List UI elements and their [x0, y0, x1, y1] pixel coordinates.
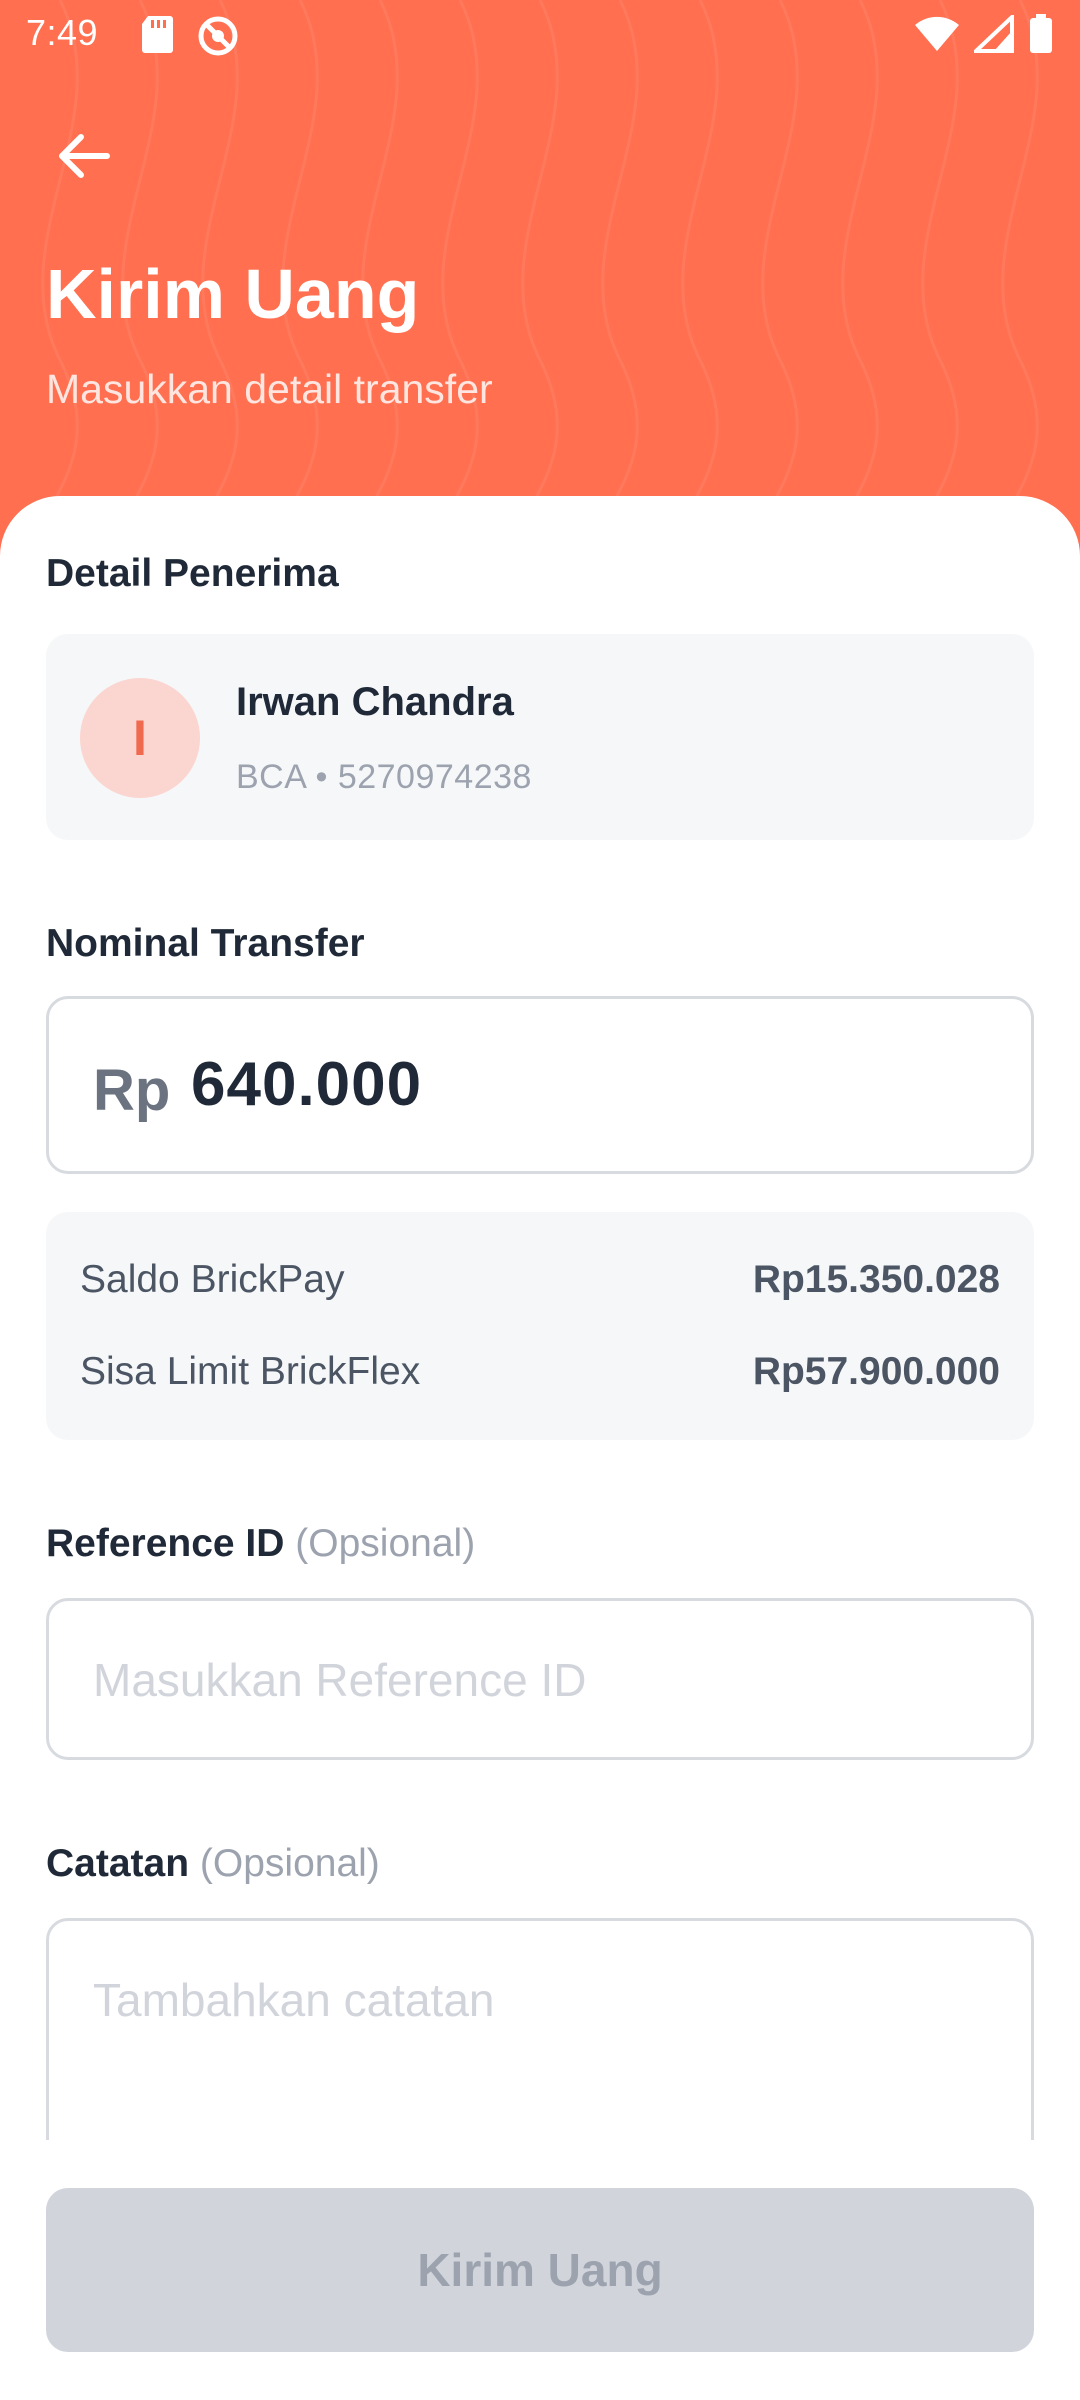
reference-label-text: Reference ID — [46, 1522, 285, 1565]
saldo-label: Saldo BrickPay — [80, 1258, 345, 1301]
reference-id-input[interactable]: Masukkan Reference ID — [46, 1598, 1034, 1760]
battery-icon — [1030, 14, 1052, 53]
avatar: I — [80, 678, 200, 798]
back-button[interactable] — [44, 120, 124, 192]
balance-card: Saldo BrickPay Rp15.350.028 Sisa Limit B… — [46, 1212, 1034, 1440]
amount-value: 640.000 — [191, 1050, 423, 1119]
status-bar: 7:49 — [0, 0, 1080, 72]
reference-id-placeholder: Masukkan Reference ID — [93, 1654, 587, 1706]
amount-currency: Rp — [93, 1058, 171, 1123]
reference-optional-text: (Opsional) — [295, 1522, 476, 1565]
note-label-text: Catatan — [46, 1842, 190, 1885]
amount-input[interactable]: Rp 640.000 — [46, 996, 1034, 1174]
signal-icon — [974, 15, 1014, 53]
page-title: Kirim Uang — [46, 255, 420, 333]
limit-value: Rp57.900.000 — [752, 1350, 1000, 1393]
status-time: 7:49 — [26, 12, 99, 53]
limit-label: Sisa Limit BrickFlex — [80, 1350, 421, 1393]
data-saver-icon — [198, 16, 238, 56]
status-right-icons — [914, 14, 1054, 54]
recipient-account: BCA • 5270974238 — [236, 758, 532, 796]
recipient-name: Irwan Chandra — [236, 680, 514, 724]
wifi-icon — [915, 16, 959, 51]
note-label: Catatan (Opsional) — [46, 1842, 380, 1886]
reference-label: Reference ID (Opsional) — [46, 1522, 475, 1566]
note-placeholder: Tambahkan catatan — [93, 1974, 495, 2026]
status-left-icons — [140, 14, 240, 58]
send-money-button[interactable]: Kirim Uang — [46, 2188, 1034, 2352]
note-optional-text: (Opsional) — [199, 1842, 380, 1885]
note-textarea[interactable]: Tambahkan catatan — [46, 1918, 1034, 2178]
saldo-value: Rp15.350.028 — [752, 1258, 1000, 1301]
sd-card-icon — [142, 16, 173, 53]
header: 7:49 Kirim Uang Masukkan detail transfer — [0, 0, 1080, 560]
recipient-section-label: Detail Penerima — [46, 552, 339, 595]
arrow-left-icon — [59, 134, 110, 178]
page-subtitle: Masukkan detail transfer — [46, 366, 493, 412]
amount-section-label: Nominal Transfer — [46, 922, 365, 965]
recipient-card: I Irwan Chandra BCA • 5270974238 — [46, 634, 1034, 840]
